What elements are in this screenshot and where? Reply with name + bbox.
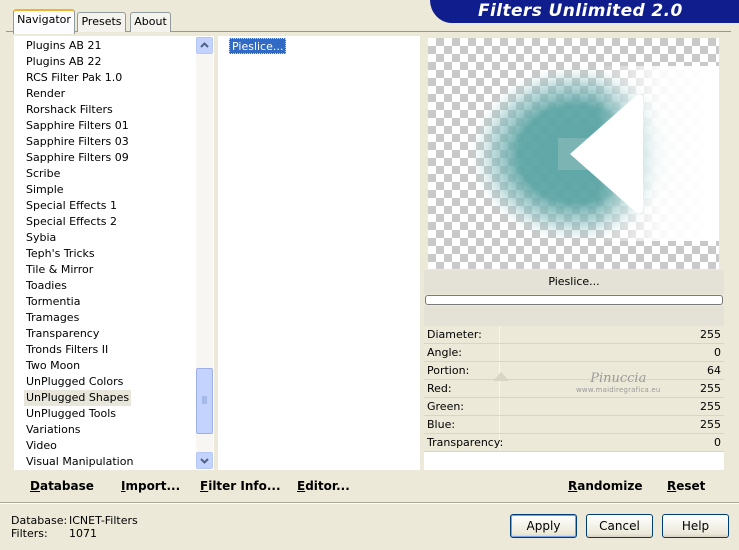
category-item[interactable]: Plugins AB 22 [24,54,103,70]
params-empty-area [424,452,724,470]
category-item[interactable]: Sapphire Filters 09 [24,150,131,166]
category-item[interactable]: Teph's Tricks [24,246,97,262]
param-row[interactable]: Red: 255 [424,380,724,398]
editor-button[interactable]: Editor... [297,478,350,494]
category-item[interactable]: Special Effects 1 [24,198,119,214]
cancel-button[interactable]: Cancel [586,514,653,538]
filter-info-button[interactable]: Filter Info... [200,478,281,494]
chevron-down-icon [200,458,209,464]
category-item[interactable]: Tormentia [24,294,82,310]
params-header [424,306,724,326]
category-item[interactable]: Tile & Mirror [24,262,95,278]
category-item[interactable]: Variations [24,422,83,438]
param-label: Diameter: [427,328,482,341]
param-row[interactable]: Diameter: 255 [424,326,724,344]
param-value[interactable]: 0 [714,436,721,449]
category-list[interactable]: Plugins AB 21 Plugins AB 22 RCS Filter Pak… [14,36,214,470]
category-item[interactable]: Simple [24,182,66,198]
param-row[interactable]: Angle: 0 [424,344,724,362]
preview-image [428,38,719,269]
category-item[interactable]: Special Effects 2 [24,214,119,230]
param-row[interactable]: Green: 255 [424,398,724,416]
filter-item-pieslice[interactable]: Pieslice... [229,38,287,54]
watermark: Pinuccia www.maidiregrafica.eu [576,371,661,394]
category-item[interactable]: UnPlugged Shapes [24,390,132,406]
watermark-subtitle: www.maidiregrafica.eu [576,386,661,394]
scroll-up-button[interactable] [196,37,213,54]
category-item[interactable]: Rorshack Filters [24,102,115,118]
chevron-up-icon [200,42,209,48]
param-slider-track [499,344,500,361]
param-label: Angle: [427,346,463,359]
grip-icon [202,396,207,404]
database-label: Database: [11,514,68,527]
category-item[interactable]: Scribe [24,166,62,182]
category-item[interactable]: Render [24,86,67,102]
category-item[interactable]: Sapphire Filters 01 [24,118,131,134]
tab-presets[interactable]: Presets [77,12,126,32]
category-item[interactable]: UnPlugged Tools [24,406,118,422]
category-item[interactable]: RCS Filter Pak 1.0 [24,70,124,86]
import-button[interactable]: Import... [121,478,180,494]
category-item[interactable]: Toadies [24,278,69,294]
category-item[interactable]: Sybia [24,230,58,246]
apply-button[interactable]: Apply [510,514,577,538]
param-value[interactable]: 0 [714,346,721,359]
param-value[interactable]: 255 [700,328,721,341]
watermark-title: Pinuccia [590,371,647,386]
category-item[interactable]: Plugins AB 21 [24,38,103,54]
filters-label: Filters: [11,527,48,540]
help-button[interactable]: Help [662,514,729,538]
category-scrollbar[interactable] [196,37,213,469]
slider-marker [493,372,509,381]
param-value[interactable]: 255 [700,418,721,431]
param-row[interactable]: Portion: 64 [424,362,724,380]
param-label: Portion: [427,364,470,377]
param-label: Green: [427,400,465,413]
category-item[interactable]: Tronds Filters II [24,342,110,358]
filter-list[interactable]: Pieslice... [218,36,420,470]
database-button[interactable]: Database [30,478,94,494]
tab-navigator[interactable]: Navigator [13,9,75,34]
tab-about[interactable]: About [130,12,171,32]
selected-filter-name: Pieslice... [424,270,724,294]
scroll-thumb[interactable] [196,368,213,434]
param-value[interactable]: 64 [707,364,721,377]
param-label: Transparency: [427,436,504,449]
filters-count: 1071 [69,527,97,540]
category-item[interactable]: Sapphire Filters 03 [24,134,131,150]
param-value[interactable]: 255 [700,382,721,395]
database-value: ICNET-Filters [69,514,138,527]
category-item[interactable]: UnPlugged Colors [24,374,125,390]
param-row[interactable]: Transparency: 0 [424,434,724,452]
divider [0,502,739,504]
banner-title: Filters Unlimited 2.0 [478,1,683,21]
category-item[interactable]: Video [24,438,59,454]
param-slider-track [499,416,500,433]
scroll-down-button[interactable] [196,452,213,469]
category-item[interactable]: Transparency [24,326,101,342]
param-slider-track [499,380,500,397]
pieslice-preview-graphic [471,66,719,242]
category-item[interactable]: Two Moon [24,358,82,374]
param-slider-track [499,326,500,343]
param-slider-track [499,398,500,415]
reset-button[interactable]: Reset [667,478,705,494]
progress-bar [425,295,723,305]
category-item[interactable]: Tramages [24,310,81,326]
param-label: Red: [427,382,452,395]
param-value[interactable]: 255 [700,400,721,413]
category-item[interactable]: Visual Manipulation [24,454,135,470]
randomize-button[interactable]: Randomize [568,478,642,494]
param-label: Blue: [427,418,456,431]
param-row[interactable]: Blue: 255 [424,416,724,434]
